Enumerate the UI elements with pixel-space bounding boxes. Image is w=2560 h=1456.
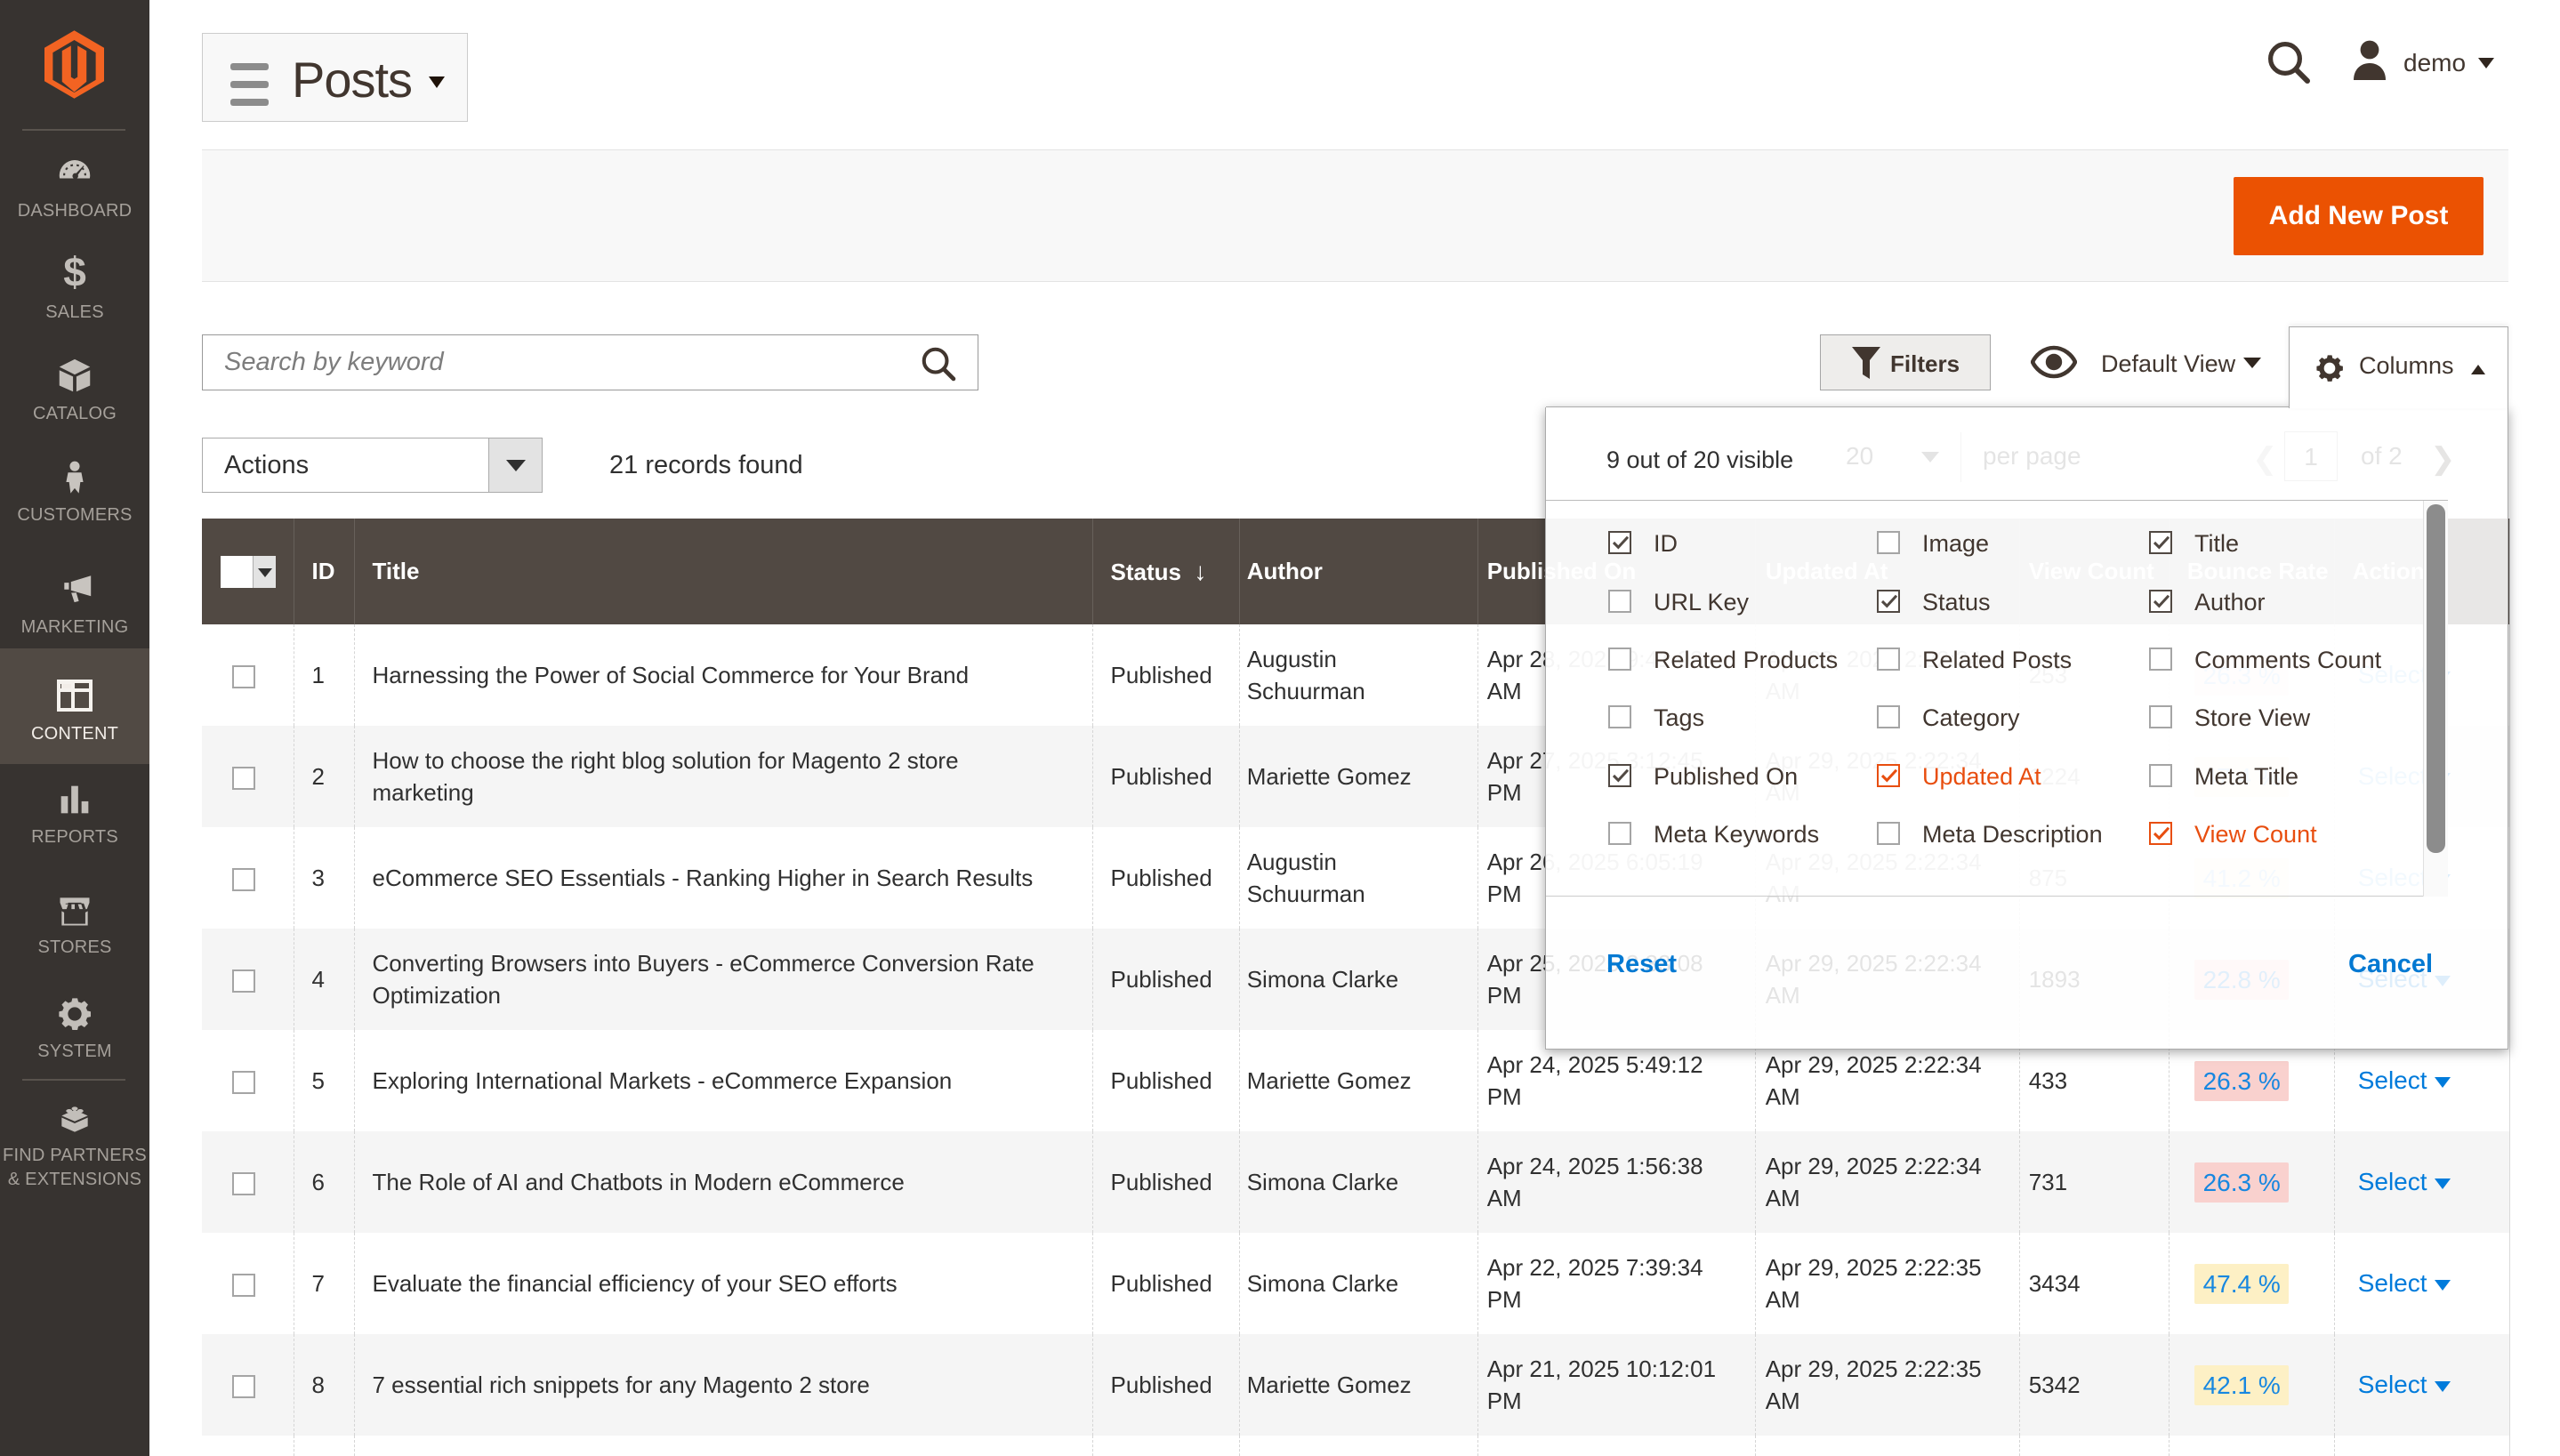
svg-text:$: $ <box>63 253 86 294</box>
